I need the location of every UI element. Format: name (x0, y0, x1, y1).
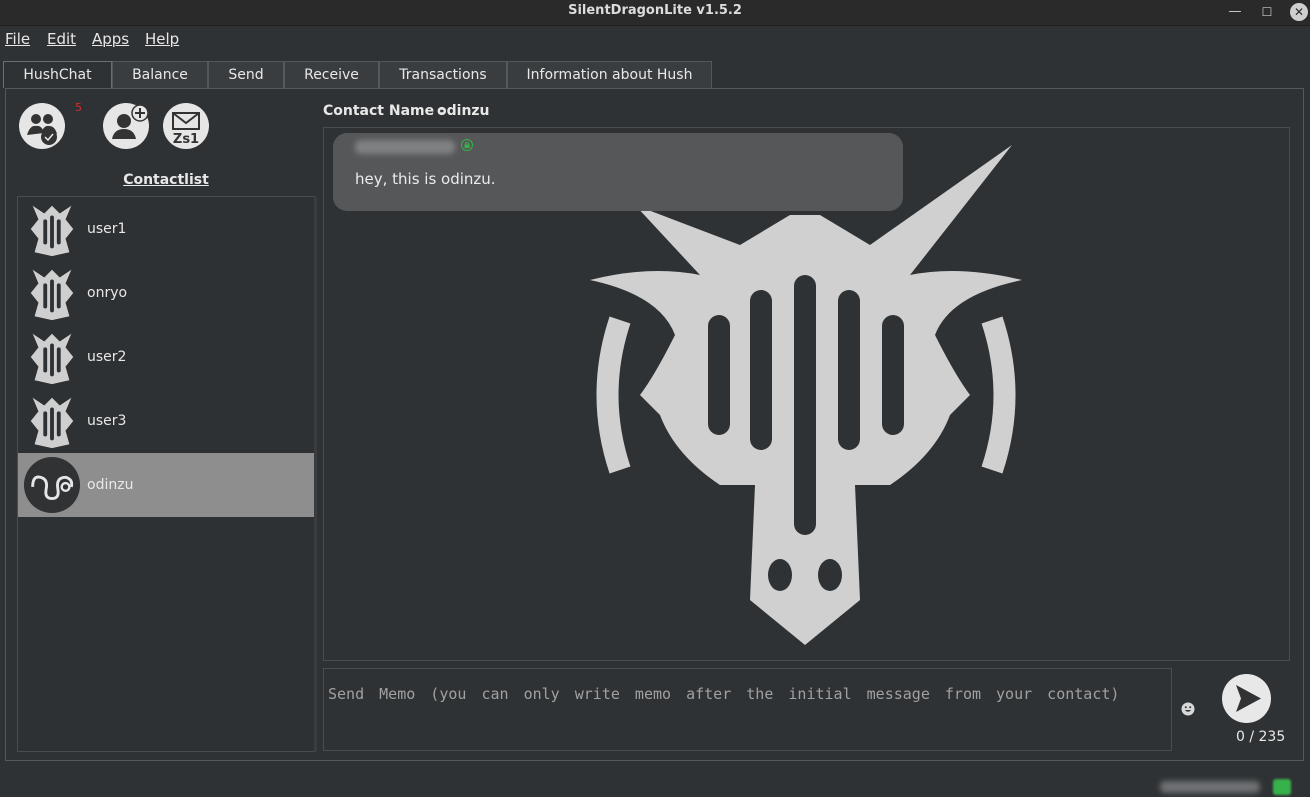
maximize-button[interactable]: ☐ (1256, 2, 1278, 22)
minimize-button[interactable]: — (1224, 2, 1246, 22)
new-address-button[interactable]: Zs1 (163, 103, 209, 149)
requests-badge: 5 (75, 101, 82, 114)
dragon-logo-avatar-icon (30, 205, 74, 257)
dragon-logo-avatar-icon (30, 269, 74, 321)
memo-input[interactable] (323, 668, 1172, 751)
tab-balance[interactable]: Balance (112, 61, 208, 88)
contact-item-odinzu[interactable]: odinzu (18, 453, 315, 517)
mail-zs-icon: Zs1 (164, 104, 208, 148)
contact-requests-icon (20, 104, 64, 148)
contactlist-title: Contactlist (123, 172, 209, 188)
status-text-redacted (1160, 781, 1260, 793)
add-user-icon (104, 104, 149, 148)
contact-name: onryo (87, 285, 128, 301)
message-timestamp-redacted (355, 140, 455, 154)
tab-hushchat[interactable]: HushChat (3, 61, 112, 88)
message-text: hey, this is odinzu. (355, 170, 496, 188)
svg-text:Zs1: Zs1 (173, 132, 199, 147)
tab-information[interactable]: Information about Hush (507, 61, 712, 88)
contact-name: user3 (87, 413, 127, 429)
add-contact-button[interactable] (103, 103, 149, 149)
dragon-logo-avatar-icon (30, 397, 74, 449)
contact-item-onryo[interactable]: onryo (18, 261, 315, 325)
window-title: SilentDragonLite v1.5.2 (568, 3, 742, 18)
dragon-logo-avatar-icon (30, 333, 74, 385)
tab-receive[interactable]: Receive (284, 61, 379, 88)
contact-name-label: Contact Name : (323, 103, 445, 119)
send-arrow-icon (1236, 685, 1261, 712)
lock-icon (461, 139, 473, 151)
memo-character-counter: 0 / 235 (1236, 729, 1286, 745)
menu-file[interactable]: File (5, 30, 30, 48)
contact-list-scrollbar[interactable] (314, 196, 317, 752)
contact-item-user3[interactable]: user3 (18, 389, 315, 453)
contact-item-user1[interactable]: user1 (18, 197, 315, 261)
contact-name-value: odinzu (437, 103, 490, 119)
menu-apps[interactable]: Apps (92, 30, 129, 48)
contact-name: odinzu (87, 477, 134, 493)
tab-send[interactable]: Send (208, 61, 284, 88)
emoji-icon[interactable] (1181, 702, 1195, 716)
dragon-watermark-icon (590, 145, 1022, 645)
menu-bar (0, 26, 1310, 50)
menu-help[interactable]: Help (145, 30, 179, 48)
squiggle-avatar-icon (23, 456, 81, 514)
tab-transactions[interactable]: Transactions (379, 61, 507, 88)
contact-requests-button[interactable] (19, 103, 65, 149)
contact-name: user1 (87, 221, 127, 237)
menu-edit[interactable]: Edit (47, 30, 76, 48)
contact-name: user2 (87, 349, 127, 365)
close-button[interactable]: ✕ (1290, 3, 1308, 21)
connection-status-icon (1273, 779, 1291, 795)
contact-item-user2[interactable]: user2 (18, 325, 315, 389)
contact-list[interactable]: user1 onryo user2 user3 odinzu (17, 196, 316, 752)
send-button[interactable] (1222, 674, 1271, 723)
